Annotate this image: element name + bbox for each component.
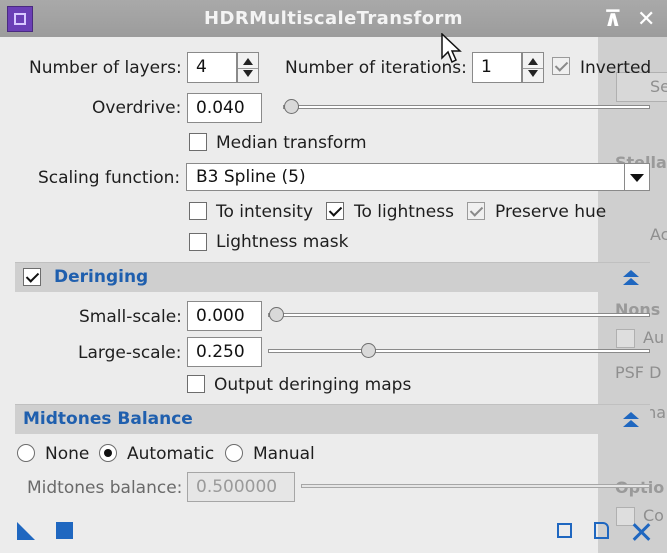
bottom-toolbar xyxy=(0,513,598,553)
layers-input[interactable]: 4 xyxy=(187,52,237,83)
preserve-hue-checkbox[interactable] xyxy=(467,202,485,220)
inverted-checkbox[interactable] xyxy=(552,57,570,75)
iterations-input[interactable]: 1 xyxy=(472,52,522,83)
bg-text: Se xyxy=(650,77,667,96)
bg-text: PSF D xyxy=(615,363,662,382)
apply-icon[interactable] xyxy=(56,522,73,539)
midtones-balance-label: Midtones balance: xyxy=(27,478,183,498)
large-scale-slider-handle[interactable] xyxy=(360,343,376,358)
new-instance-icon[interactable] xyxy=(17,522,35,540)
output-deringing-maps-checkbox[interactable] xyxy=(187,375,205,393)
overdrive-input[interactable]: 0.040 xyxy=(187,93,262,123)
large-scale-label: Large-scale: xyxy=(78,343,182,363)
spin-up-icon[interactable] xyxy=(528,58,538,65)
deringing-title: Deringing xyxy=(54,267,149,287)
deringing-checkbox[interactable] xyxy=(23,268,41,286)
midtones-manual-label: Manual xyxy=(253,444,315,464)
inverted-label: Inverted xyxy=(580,58,652,78)
collapse-icon[interactable] xyxy=(623,270,639,286)
output-deringing-maps-label: Output deringing maps xyxy=(214,375,412,395)
overdrive-slider-handle[interactable] xyxy=(284,99,299,114)
iterations-label: Number of iterations: xyxy=(285,58,467,78)
small-scale-slider-handle[interactable] xyxy=(269,307,284,322)
midtones-manual-radio[interactable] xyxy=(225,444,243,462)
iterations-spinner[interactable] xyxy=(522,52,544,83)
bg-text: Ac xyxy=(650,225,667,244)
small-scale-slider-track[interactable] xyxy=(268,313,650,317)
overdrive-slider-track[interactable] xyxy=(283,105,650,109)
median-transform-checkbox[interactable] xyxy=(189,133,207,151)
midtones-automatic-label: Automatic xyxy=(127,444,215,464)
layers-spinner[interactable] xyxy=(237,52,259,83)
midtones-automatic-radio[interactable] xyxy=(99,444,117,462)
spin-up-icon[interactable] xyxy=(243,58,253,65)
median-transform-label: Median transform xyxy=(216,133,367,153)
large-scale-input[interactable]: 0.250 xyxy=(187,337,262,367)
layers-label: Number of layers: xyxy=(29,58,182,78)
to-lightness-label: To lightness xyxy=(354,202,454,222)
preview-icon[interactable] xyxy=(557,523,572,538)
browse-documentation-icon[interactable] xyxy=(594,522,609,539)
midtones-balance-slider-track[interactable] xyxy=(301,484,650,488)
midtones-title: Midtones Balance xyxy=(23,409,193,429)
lightness-mask-checkbox[interactable] xyxy=(189,233,207,251)
chevron-down-icon[interactable] xyxy=(624,164,649,190)
spin-down-icon[interactable] xyxy=(243,70,253,77)
to-intensity-label: To intensity xyxy=(216,202,314,222)
spin-down-icon[interactable] xyxy=(528,70,538,77)
pin-icon[interactable]: ⊼ xyxy=(604,9,622,31)
window-title: HDRMultiscaleTransform xyxy=(204,8,463,29)
mouse-cursor-icon xyxy=(441,33,462,64)
scaling-function-label: Scaling function: xyxy=(38,168,181,188)
midtones-none-radio[interactable] xyxy=(17,444,35,462)
bg-text: Au xyxy=(643,328,665,347)
midtones-none-label: None xyxy=(45,444,90,464)
midtones-balance-input[interactable]: 0.500000 xyxy=(187,472,295,502)
reset-icon[interactable] xyxy=(632,523,650,541)
preserve-hue-label: Preserve hue xyxy=(495,202,607,222)
overdrive-label: Overdrive: xyxy=(92,98,182,118)
large-scale-slider-track[interactable] xyxy=(268,349,650,353)
scaling-function-select[interactable]: B3 Spline (5) xyxy=(186,163,650,191)
collapse-icon[interactable] xyxy=(623,412,639,428)
small-scale-label: Small-scale: xyxy=(79,307,182,327)
scaling-function-value: B3 Spline (5) xyxy=(196,167,306,187)
lightness-mask-label: Lightness mask xyxy=(216,232,349,252)
small-scale-input[interactable]: 0.000 xyxy=(187,301,262,331)
to-lightness-checkbox[interactable] xyxy=(326,202,344,220)
to-intensity-checkbox[interactable] xyxy=(189,202,207,220)
close-icon[interactable]: ✕ xyxy=(637,9,655,31)
